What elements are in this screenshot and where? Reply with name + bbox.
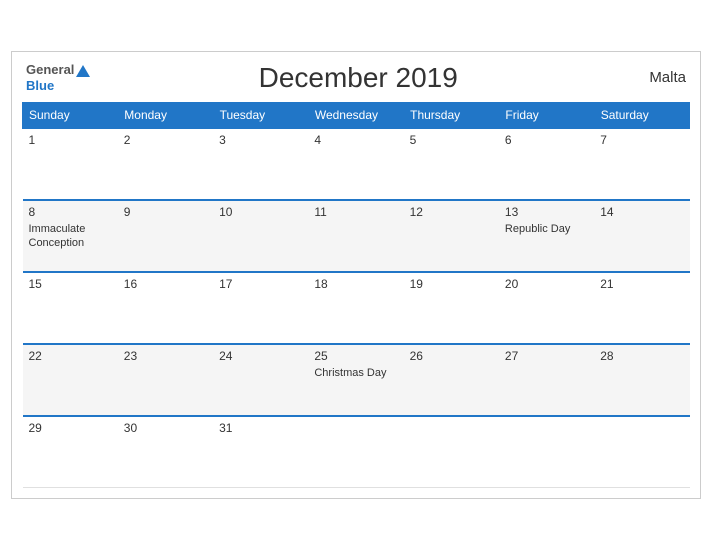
calendar-day-cell: 25 Christmas Day <box>308 344 403 416</box>
calendar-header: General Blue December 2019 Malta <box>22 62 690 94</box>
day-number: 25 <box>314 349 397 363</box>
calendar-day-cell: 11 <box>308 200 403 272</box>
calendar-day-cell: 14 <box>594 200 689 272</box>
logo-blue: Blue <box>26 78 90 94</box>
day-number: 28 <box>600 349 683 363</box>
day-number: 4 <box>314 133 397 147</box>
calendar-day-cell: 9 <box>118 200 213 272</box>
header-sunday: Sunday <box>23 102 118 128</box>
header-saturday: Saturday <box>594 102 689 128</box>
day-number: 26 <box>410 349 493 363</box>
day-number: 11 <box>314 205 397 219</box>
header-friday: Friday <box>499 102 594 128</box>
calendar-day-cell: 3 <box>213 128 308 200</box>
day-event: Republic Day <box>505 223 570 235</box>
calendar-wrapper: General Blue December 2019 Malta Sunday … <box>11 51 701 500</box>
calendar-day-cell: 12 <box>404 200 499 272</box>
day-number: 31 <box>219 421 302 435</box>
calendar-day-cell <box>404 416 499 488</box>
day-number: 15 <box>29 277 112 291</box>
calendar-day-cell <box>594 416 689 488</box>
day-number: 23 <box>124 349 207 363</box>
day-number: 13 <box>505 205 588 219</box>
logo-general: General <box>26 62 90 78</box>
day-number: 20 <box>505 277 588 291</box>
header-wednesday: Wednesday <box>308 102 403 128</box>
calendar-day-cell: 26 <box>404 344 499 416</box>
calendar-day-cell: 21 <box>594 272 689 344</box>
day-number: 29 <box>29 421 112 435</box>
day-number: 17 <box>219 277 302 291</box>
calendar-day-cell: 10 <box>213 200 308 272</box>
day-number: 18 <box>314 277 397 291</box>
calendar-day-cell: 22 <box>23 344 118 416</box>
calendar-day-cell: 4 <box>308 128 403 200</box>
calendar-day-cell: 24 <box>213 344 308 416</box>
calendar-day-cell <box>308 416 403 488</box>
calendar-day-cell: 13 Republic Day <box>499 200 594 272</box>
day-number: 1 <box>29 133 112 147</box>
calendar-day-cell: 16 <box>118 272 213 344</box>
day-number: 22 <box>29 349 112 363</box>
day-number: 30 <box>124 421 207 435</box>
day-number: 24 <box>219 349 302 363</box>
day-number: 5 <box>410 133 493 147</box>
day-number: 8 <box>29 205 112 219</box>
logo: General Blue <box>26 62 90 93</box>
calendar-day-cell: 15 <box>23 272 118 344</box>
calendar-day-cell: 31 <box>213 416 308 488</box>
logo-triangle-icon <box>76 65 90 77</box>
calendar-day-cell: 2 <box>118 128 213 200</box>
calendar-day-cell: 5 <box>404 128 499 200</box>
calendar-week-row: 1234567 <box>23 128 690 200</box>
day-number: 16 <box>124 277 207 291</box>
calendar-day-cell: 29 <box>23 416 118 488</box>
day-number: 21 <box>600 277 683 291</box>
calendar-day-cell: 8 Immaculate Conception <box>23 200 118 272</box>
day-number: 14 <box>600 205 683 219</box>
calendar-week-row: 15 16 17 18 19 20 21 <box>23 272 690 344</box>
day-number: 7 <box>600 133 683 147</box>
day-number: 3 <box>219 133 302 147</box>
calendar-table: Sunday Monday Tuesday Wednesday Thursday… <box>22 102 690 489</box>
calendar-day-cell: 6 <box>499 128 594 200</box>
calendar-week-row: 8 Immaculate Conception 9 10 11 12 13 Republic … <box>23 200 690 272</box>
day-event: Immaculate Conception <box>29 223 86 249</box>
header-monday: Monday <box>118 102 213 128</box>
calendar-day-cell: 28 <box>594 344 689 416</box>
calendar-day-cell: 19 <box>404 272 499 344</box>
calendar-day-cell: 7 <box>594 128 689 200</box>
calendar-day-cell: 23 <box>118 344 213 416</box>
calendar-country: Malta <box>626 69 686 86</box>
header-thursday: Thursday <box>404 102 499 128</box>
day-number: 2 <box>124 133 207 147</box>
calendar-day-cell: 1 <box>23 128 118 200</box>
day-number: 12 <box>410 205 493 219</box>
header-tuesday: Tuesday <box>213 102 308 128</box>
weekday-header-row: Sunday Monday Tuesday Wednesday Thursday… <box>23 102 690 128</box>
day-number: 27 <box>505 349 588 363</box>
day-event: Christmas Day <box>314 367 386 379</box>
calendar-title: December 2019 <box>90 62 626 94</box>
calendar-day-cell: 20 <box>499 272 594 344</box>
day-number: 9 <box>124 205 207 219</box>
day-number: 10 <box>219 205 302 219</box>
calendar-week-row: 29 30 31 <box>23 416 690 488</box>
calendar-day-cell: 30 <box>118 416 213 488</box>
calendar-week-row: 22 23 24 25 Christmas Day 26 27 28 <box>23 344 690 416</box>
day-number: 19 <box>410 277 493 291</box>
calendar-day-cell <box>499 416 594 488</box>
calendar-day-cell: 27 <box>499 344 594 416</box>
day-number: 6 <box>505 133 588 147</box>
calendar-day-cell: 17 <box>213 272 308 344</box>
calendar-day-cell: 18 <box>308 272 403 344</box>
